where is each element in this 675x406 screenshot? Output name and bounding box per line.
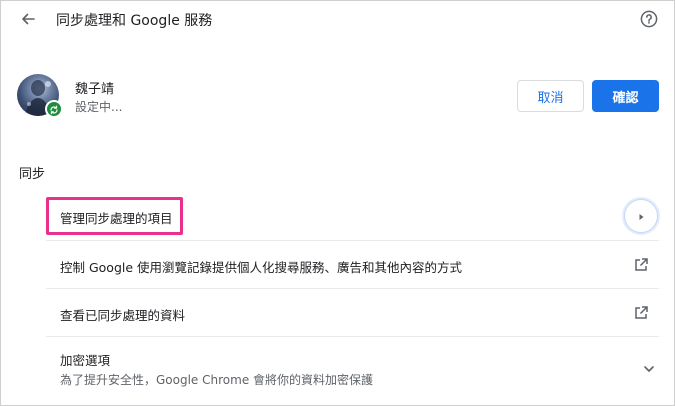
arrow-right-icon [636,207,646,226]
chevron-down-icon[interactable] [640,360,658,378]
arrow-back-icon [20,11,36,31]
sync-icon [49,100,59,119]
view-synced-data-row[interactable]: 查看已同步處理的資料 [46,289,659,336]
manage-sync-arrow-button[interactable] [624,199,658,233]
help-icon [640,10,658,32]
page-title: 同步處理和 Google 服務 [56,13,213,29]
section-title-sync: 同步 [19,167,46,182]
account-profile: 魏子靖 設定中... 取消 確認 [1,61,675,131]
settings-window: 同步處理和 Google 服務 魏子靖 設定中... 取消 確認 同步 管理同步… [0,0,675,406]
activity-controls-row[interactable]: 控制 Google 使用瀏覽記錄提供個人化搜尋服務、廣告和其他內容的方式 [46,241,659,288]
confirm-button[interactable]: 確認 [592,80,659,112]
sync-status-badge [45,100,63,118]
highlight-box [46,197,183,235]
encryption-options-label: 加密選項 [60,353,111,368]
open-in-new-icon[interactable] [632,256,650,274]
activity-controls-label: 控制 Google 使用瀏覽記錄提供個人化搜尋服務、廣告和其他內容的方式 [60,260,463,275]
encryption-options-description: 為了提升安全性，Google Chrome 會將你的資料加密保護 [60,373,374,387]
cancel-button[interactable]: 取消 [517,80,584,112]
help-button[interactable] [637,9,661,33]
back-button[interactable] [15,8,41,34]
open-in-new-icon[interactable] [632,304,650,322]
encryption-options-row[interactable]: 加密選項 為了提升安全性，Google Chrome 會將你的資料加密保護 [46,337,659,397]
user-status: 設定中... [75,100,123,114]
view-synced-data-label: 查看已同步處理的資料 [60,308,186,323]
page-header: 同步處理和 Google 服務 [1,1,675,41]
user-name: 魏子靖 [75,82,115,97]
